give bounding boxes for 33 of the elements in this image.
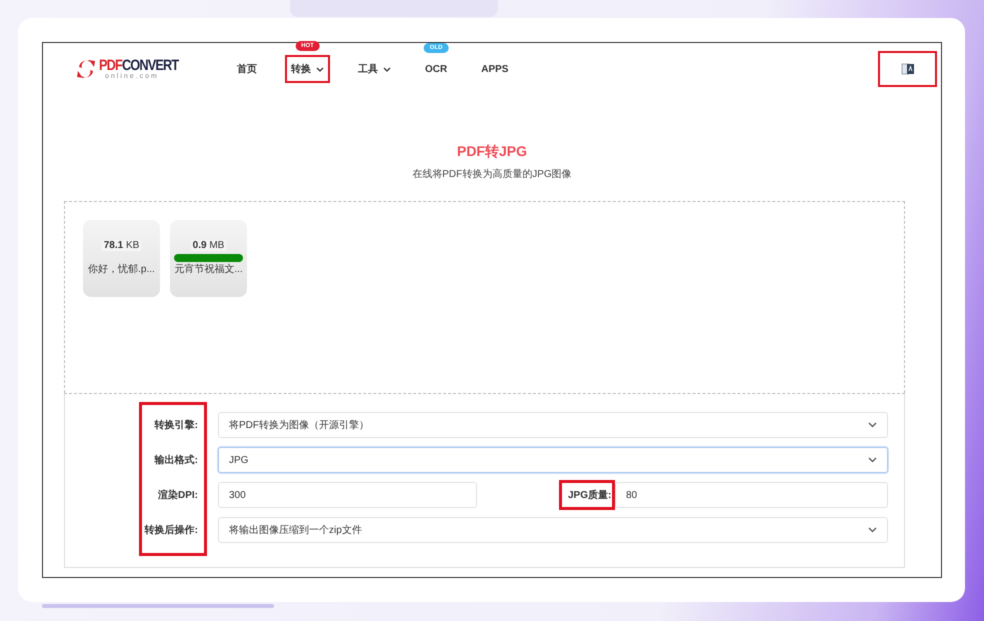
chevron-down-icon bbox=[868, 422, 877, 428]
caret-icon bbox=[383, 66, 391, 72]
select-field[interactable]: JPG bbox=[218, 447, 888, 473]
field-label: 转换引擎: bbox=[153, 418, 198, 432]
chevron-down-icon bbox=[868, 457, 877, 463]
caret-icon bbox=[316, 66, 324, 72]
file-name: 你好，忧郁.p... bbox=[88, 264, 155, 275]
field-label: JPG质量: bbox=[559, 480, 615, 510]
page-title: PDF转JPG bbox=[456, 143, 528, 161]
nav-link[interactable]: 首页 bbox=[231, 55, 263, 83]
chevron-down-icon bbox=[868, 527, 877, 533]
nav-link[interactable]: APPS bbox=[475, 56, 514, 82]
page-subtitle: 在线将PDF转换为高质量的JPG图像 bbox=[411, 168, 573, 181]
field-label: 转换后操作: bbox=[143, 524, 198, 537]
field-label: 输出格式: bbox=[153, 454, 198, 467]
logo-text: PDFCONVERT bbox=[99, 58, 178, 73]
translate-icon bbox=[900, 62, 914, 76]
file-card[interactable]: 78.1 KB 你好，忧郁.p... bbox=[83, 220, 160, 297]
field-label: 渲染DPI: bbox=[157, 488, 198, 502]
select-field[interactable]: 将输出图像压缩到一个zip文件 bbox=[218, 517, 888, 543]
file-card[interactable]: 0.9 MB 元宵节祝福文... bbox=[170, 220, 247, 297]
select-field[interactable]: 将PDF转换为图像（开源引擎） bbox=[218, 412, 888, 438]
input-field[interactable]: 80 bbox=[615, 482, 888, 508]
language-button[interactable] bbox=[878, 51, 937, 87]
file-name: 元宵节祝福文... bbox=[174, 264, 243, 275]
nav-link[interactable]: 转换 bbox=[285, 55, 330, 83]
nav-link[interactable]: 工具 bbox=[352, 55, 397, 83]
nav-link[interactable]: OCR bbox=[419, 56, 454, 82]
arrows-logo-icon bbox=[75, 58, 97, 80]
file-size: 0.9 MB bbox=[190, 240, 226, 251]
file-size: 78.1 KB bbox=[102, 240, 142, 251]
input-field[interactable]: 300 bbox=[218, 482, 477, 508]
drop-zone[interactable]: 78.1 KB 你好，忧郁.p... 0.9 MB 元宵节祝福文... bbox=[64, 201, 905, 393]
